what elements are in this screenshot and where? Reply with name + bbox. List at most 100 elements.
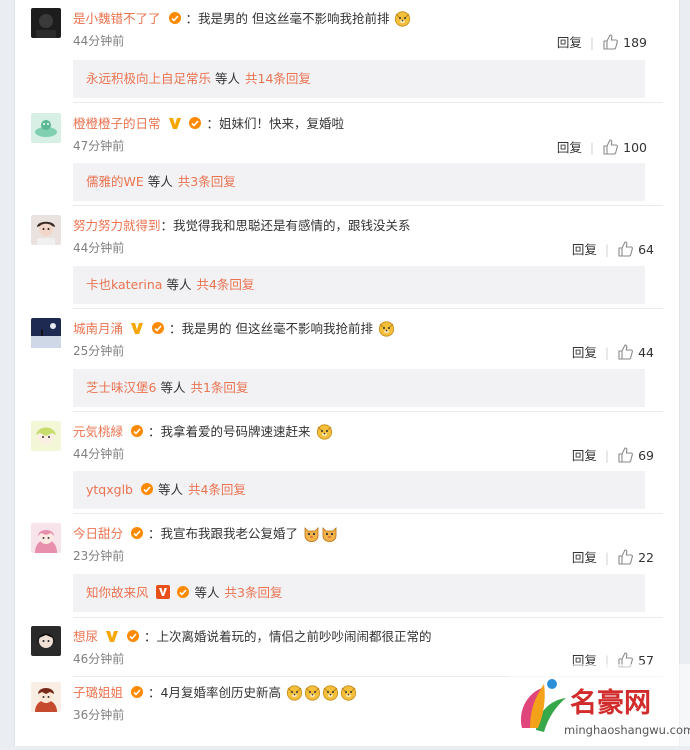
reply-username-link[interactable]: ytqxglb: [86, 482, 133, 497]
divider: [73, 617, 663, 618]
reply-count-link[interactable]: 共4条回复: [188, 482, 246, 497]
avatar[interactable]: [31, 215, 61, 245]
avatar[interactable]: [31, 318, 61, 348]
reply-username-link[interactable]: 卡也katerina: [86, 277, 162, 292]
username-link[interactable]: 城南月涌: [73, 321, 123, 336]
watermark-title: 名豪网: [570, 687, 651, 719]
username-link[interactable]: 橙橙橙子的日常: [73, 116, 161, 131]
avatar[interactable]: [31, 523, 61, 553]
reply-count-link[interactable]: 共3条回复: [178, 174, 236, 189]
cat-emoji-icon: [321, 525, 338, 542]
divider: [73, 411, 663, 412]
thumbs-up-icon: [617, 447, 634, 463]
avatar[interactable]: [31, 626, 61, 656]
reply-username-link[interactable]: 芝士味汉堡6: [86, 380, 156, 395]
thumbs-up-icon: [617, 549, 634, 565]
comment-text: 上次离婚说着玩的，情侣之前吵吵闹闹都很正常的: [156, 629, 432, 644]
reply-summary: 芝士味汉堡6 等人 共1条回复: [73, 369, 645, 407]
comment-panel: 是小魏错不了了 ：我是男的 但这丝毫不影响我抢前排 44分钟前 回复 | 189 永…: [14, 0, 680, 746]
divider: |: [589, 140, 595, 155]
divider: |: [604, 550, 610, 565]
like-button[interactable]: 100: [602, 139, 647, 155]
like-count: 22: [638, 550, 654, 565]
like-count: 189: [623, 35, 647, 50]
reply-username-link[interactable]: 知你故来风: [86, 585, 149, 600]
reply-button[interactable]: 回复: [572, 242, 597, 257]
orange-vip-badge-icon: [168, 11, 182, 25]
site-watermark: 名豪网 minghaoshangwu.com: [508, 664, 690, 746]
reply-username-link[interactable]: 永远积极向上自足常乐: [86, 71, 211, 86]
comment-time: 44分钟前: [73, 241, 125, 255]
watermark-url: minghaoshangwu.com: [564, 723, 690, 737]
reply-summary: 卡也katerina 等人 共4条回复: [73, 266, 645, 304]
divider: [73, 102, 663, 103]
comment-time: 36分钟前: [73, 708, 125, 722]
divider: |: [604, 345, 610, 360]
reply-username-link[interactable]: 儒雅的WE: [86, 174, 144, 189]
reply-button[interactable]: 回复: [557, 35, 582, 50]
like-count: 44: [638, 345, 654, 360]
reply-button[interactable]: 回复: [572, 448, 597, 463]
doge-emoji-icon: [340, 684, 357, 701]
doge-emoji-icon: [322, 684, 339, 701]
orange-vip-badge-icon: [176, 585, 190, 599]
divider: |: [589, 35, 595, 50]
avatar[interactable]: [31, 682, 61, 712]
doge-emoji-icon: [394, 10, 411, 27]
gold-v-badge-icon: [105, 629, 119, 643]
username-link[interactable]: 今日甜分: [73, 526, 123, 541]
gold-v-badge-icon: [155, 585, 170, 599]
thumbs-up-icon: [617, 241, 634, 257]
comment-time: 23分钟前: [73, 549, 125, 563]
avatar[interactable]: [31, 421, 61, 451]
like-button[interactable]: 189: [602, 34, 647, 50]
reply-count-link[interactable]: 共3条回复: [225, 585, 283, 600]
like-count: 69: [638, 448, 654, 463]
like-button[interactable]: 64: [617, 241, 654, 257]
comment-text: 姐妹们！快来，复婚啦: [218, 116, 344, 131]
thumbs-up-icon: [617, 344, 634, 360]
username-link[interactable]: 元気桃緑: [73, 424, 123, 439]
doge-emoji-icon: [286, 684, 303, 701]
like-button[interactable]: 22: [617, 549, 654, 565]
gold-v-badge-icon: [168, 116, 182, 130]
reply-summary: 永远积极向上自足常乐 等人 共14条回复: [73, 60, 645, 98]
gold-v-badge-icon: [130, 321, 144, 335]
orange-vip-badge-icon: [130, 424, 144, 438]
divider: [73, 205, 663, 206]
comment-text: 我是男的 但这丝毫不影响我抢前排: [198, 11, 390, 26]
divider: |: [604, 448, 610, 463]
reply-summary: 儒雅的WE 等人 共3条回复: [73, 163, 645, 201]
comment-time: 44分钟前: [73, 447, 125, 461]
avatar[interactable]: [31, 8, 61, 38]
thumbs-up-icon: [602, 34, 619, 50]
username-link[interactable]: 是小魏错不了了: [73, 11, 161, 26]
like-button[interactable]: 44: [617, 344, 654, 360]
reply-count-link[interactable]: 共1条回复: [190, 380, 248, 395]
reply-button[interactable]: 回复: [572, 550, 597, 565]
thumbs-up-icon: [602, 139, 619, 155]
comment-text: 我宣布我跟我老公复婚了: [160, 526, 299, 541]
reply-count-link[interactable]: 共14条回复: [245, 71, 311, 86]
comment-text: 我觉得我和思聪还是有感情的，跟钱没关系: [173, 218, 411, 233]
reply-count-link[interactable]: 共4条回复: [196, 277, 254, 292]
like-count: 100: [623, 140, 647, 155]
like-button[interactable]: 69: [617, 447, 654, 463]
divider: [73, 308, 663, 309]
orange-vip-badge-icon: [188, 116, 202, 130]
orange-vip-badge-icon: [151, 321, 165, 335]
comment-time: 47分钟前: [73, 139, 125, 153]
comment-time: 44分钟前: [73, 34, 125, 48]
avatar[interactable]: [31, 113, 61, 143]
reply-button[interactable]: 回复: [572, 345, 597, 360]
username-link[interactable]: 子璐姐姐: [73, 685, 123, 700]
like-count: 64: [638, 242, 654, 257]
doge-emoji-icon: [316, 423, 333, 440]
username-link[interactable]: 努力努力就得到: [73, 218, 161, 233]
username-link[interactable]: 想尿: [73, 629, 98, 644]
reply-button[interactable]: 回复: [557, 140, 582, 155]
orange-vip-badge-icon: [130, 685, 144, 699]
cat-emoji-icon: [303, 525, 320, 542]
doge-emoji-icon: [378, 320, 395, 337]
reply-summary: ytqxglb 等人 共4条回复: [73, 471, 645, 509]
